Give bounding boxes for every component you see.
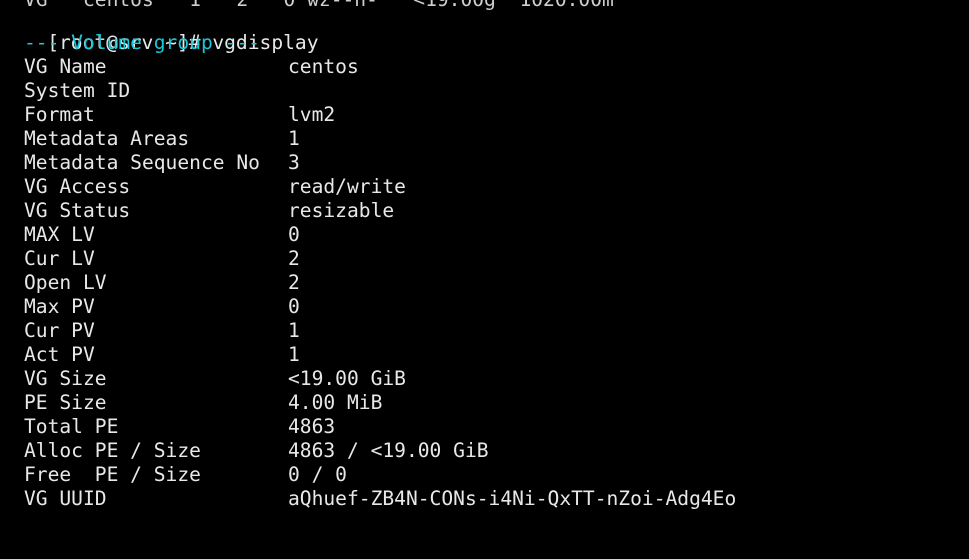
vg-row-max-lv: MAX LV 0 [24,223,969,247]
row-value: 4863 / <19.00 GiB [288,439,489,462]
row-key: VG Access [24,175,131,198]
row-value: read/write [288,175,406,198]
vg-row-vg-name: VG Name centos [24,55,969,79]
vg-row-cur-pv: Cur PV 1 [24,319,969,343]
row-value: 1 [288,343,300,366]
terminal-window[interactable]: VG centos 1 2 0 wz--n- <19.00g 1020.00m … [0,0,969,525]
vg-row-total-pe: Total PE 4863 [24,415,969,439]
row-key: Metadata Sequence No [24,151,260,174]
row-key: Format [24,103,95,126]
row-key: Total PE [24,415,119,438]
row-key: VG Status [24,199,131,222]
row-value: aQhuef-ZB4N-CONs-i4Ni-QxTT-nZoi-Adg4Eo [288,487,737,510]
row-key: VG Size [24,367,107,390]
vg-row-format: Format lvm2 [24,103,969,127]
vg-row-vg-uuid: VG UUID aQhuef-ZB4N-CONs-i4Ni-QxTT-nZoi-A… [24,487,969,511]
volume-group-header: --- Volume group --- [24,31,260,54]
row-value: 0 [288,223,300,246]
vg-row-max-pv: Max PV 0 [24,295,969,319]
row-key: Cur LV [24,247,95,270]
row-value: resizable [288,199,395,222]
vg-row-act-pv: Act PV 1 [24,343,969,367]
row-value: 3 [288,151,300,174]
row-value: 0 / 0 [288,463,347,486]
row-value: <19.00 GiB [288,367,406,390]
row-key: PE Size [24,391,107,414]
vg-row-metadata-areas: Metadata Areas 1 [24,127,969,151]
row-key: System ID [24,79,131,102]
row-key: Free PE / Size [24,463,201,486]
vg-row-pe-size: PE Size 4.00 MiB [24,391,969,415]
vg-row-alloc-pe-size: Alloc PE / Size 4863 / <19.00 GiB [24,439,969,463]
row-value: lvm2 [288,103,336,126]
vg-row-free-pe-size: Free PE / Size 0 / 0 [24,463,969,487]
row-value: 4863 [288,415,336,438]
row-key: Alloc PE / Size [24,439,201,462]
vg-row-cur-lv: Cur LV 2 [24,247,969,271]
row-value: 2 [288,247,300,270]
row-key: Cur PV [24,319,95,342]
row-key: Act PV [24,343,95,366]
row-key: VG UUID [24,487,107,510]
vg-row-vg-access: VG Access read/write [24,175,969,199]
row-key: Open LV [24,271,107,294]
row-value: centos [288,55,359,78]
row-value: 0 [288,295,300,318]
vg-row-metadata-sequence-no: Metadata Sequence No 3 [24,151,969,175]
row-key: VG Name [24,55,107,78]
vg-row-open-lv: Open LV 2 [24,271,969,295]
command-line: [root@srv ~]# vgdisplay [0,7,318,54]
vg-row-system-id: System ID [24,79,969,103]
row-value: 2 [288,271,300,294]
vg-row-vg-size: VG Size <19.00 GiB [24,367,969,391]
vg-row-vg-status: VG Status resizable [24,199,969,223]
row-value: 4.00 MiB [288,391,383,414]
row-value: 1 [288,319,300,342]
row-key: MAX LV [24,223,95,246]
row-value: 1 [288,127,300,150]
row-key: Max PV [24,295,95,318]
row-key: Metadata Areas [24,127,190,150]
